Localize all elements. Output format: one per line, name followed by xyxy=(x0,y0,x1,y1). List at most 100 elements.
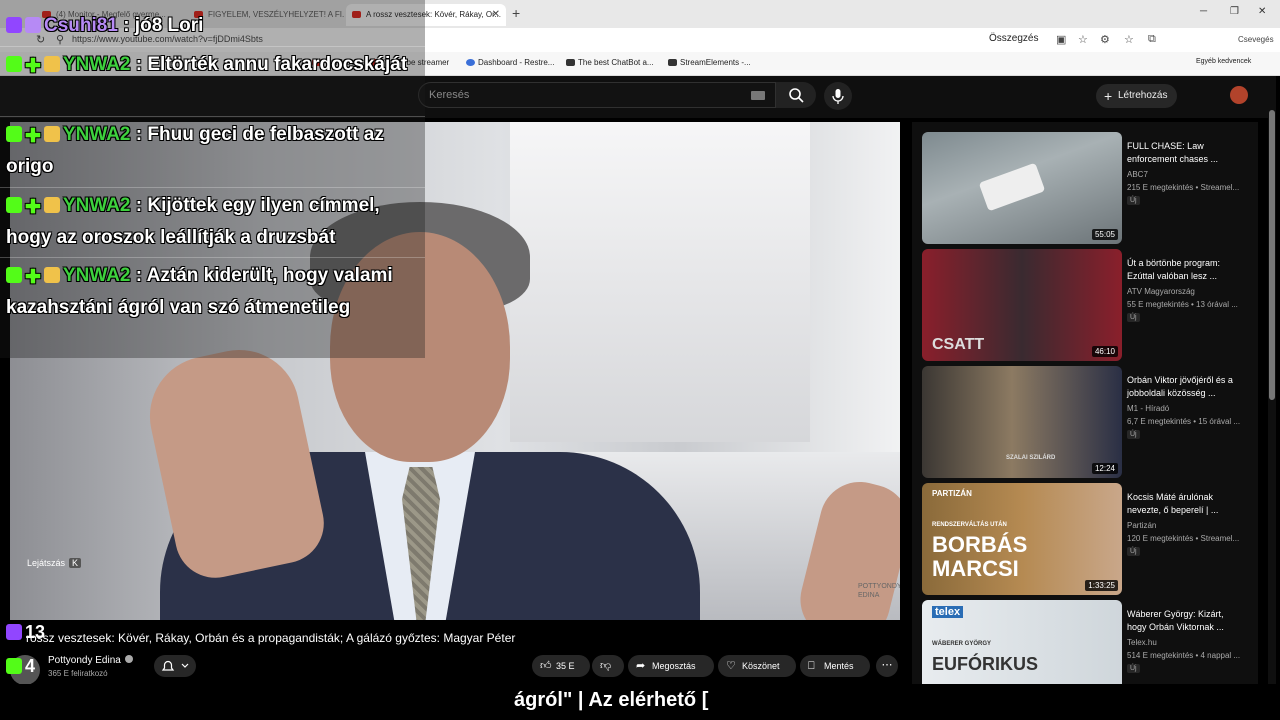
voice-search-button[interactable] xyxy=(824,82,852,110)
chat-username: YNWA2 xyxy=(62,54,131,75)
recommendation-title[interactable]: Kocsis Máté árulónak nevezte, ő beperelí… xyxy=(1127,491,1237,517)
ticker-text: ágról" | Az elérhető [ xyxy=(514,689,709,711)
recommendation-item[interactable]: 55:05 FULL CHASE: Law enforcement chases… xyxy=(922,132,1252,244)
recommendation-item[interactable]: SZALAI SZILÁRD 12:24 Orbán Viktor jövőjé… xyxy=(922,366,1252,478)
video-thumbnail[interactable]: CSATT 46:10 xyxy=(922,249,1122,361)
bookmark-chatbot[interactable]: The best ChatBot a... xyxy=(566,58,654,67)
chat-message: ✚ YNWA2 : Kijöttek egy ilyen címmel, hogy… xyxy=(6,190,426,254)
recommendation-meta: 215 E megtekintés • Streamel... xyxy=(1127,183,1240,192)
recommendation-channel[interactable]: ABC7 xyxy=(1127,170,1148,179)
search-button[interactable] xyxy=(776,82,816,108)
plus-badge-icon: ✚ xyxy=(25,197,41,218)
maximize-icon[interactable]: ❐ xyxy=(1230,6,1239,17)
thumbnail-text: SZALAI SZILÁRD xyxy=(1006,455,1056,461)
channel-name-text: Pottyondy Edina xyxy=(48,655,121,666)
create-button[interactable]: + Létrehozás xyxy=(1096,84,1178,108)
chat-username: YNWA2 xyxy=(62,124,131,145)
recommendation-title[interactable]: Orbán Viktor jövőjéről és a jobboldali k… xyxy=(1127,374,1237,400)
thanks-button[interactable]: ♡ Köszönet xyxy=(718,655,796,677)
thanks-icon: ♡ xyxy=(726,660,736,672)
kick-icon xyxy=(6,56,22,72)
recommendation-title[interactable]: FULL CHASE: Law enforcement chases ... xyxy=(1127,140,1237,166)
crown-badge-icon xyxy=(43,197,60,213)
extensions-icon[interactable]: ⚙ xyxy=(1100,33,1110,46)
new-badge: Új xyxy=(1127,313,1140,322)
bookmark-streamelements[interactable]: StreamElements -... xyxy=(668,58,751,67)
notification-bell-button[interactable] xyxy=(154,655,196,677)
chat-username: YNWA2 xyxy=(62,195,131,216)
recommendation-title[interactable]: Út a börtönbe program: Ezúttal valóban l… xyxy=(1127,257,1237,283)
more-options-icon[interactable]: ⋯ xyxy=(876,655,898,677)
bookmark-label: StreamElements -... xyxy=(680,58,751,67)
close-tab-icon[interactable]: ✕ xyxy=(492,4,500,26)
recommendation-channel[interactable]: Telex.hu xyxy=(1127,638,1157,647)
recommendation-meta: 514 E megtekintés • 4 nappal ... xyxy=(1127,651,1241,660)
search-input[interactable]: Keresés xyxy=(418,82,776,108)
kick-icon xyxy=(6,267,22,283)
save-button[interactable]: ⎕ Mentés xyxy=(800,655,870,677)
studio-background xyxy=(510,122,810,442)
github-icon xyxy=(566,59,575,66)
chat-text: : Eltörték annu fakardocskáját xyxy=(135,54,408,75)
thumbs-down-icon: 👎︎ xyxy=(600,660,612,672)
new-tab-button[interactable]: + xyxy=(512,5,520,21)
new-badge: Új xyxy=(1127,547,1140,556)
share-button[interactable]: ➦ Megosztás xyxy=(628,655,714,677)
chat-divider xyxy=(0,46,425,47)
twitch-icon xyxy=(6,17,22,33)
twitch-viewer-count: 13 xyxy=(25,622,46,642)
recommendation-title[interactable]: Wáberer György: Kizárt, hogy Orbán Vikto… xyxy=(1127,608,1237,634)
video-thumbnail[interactable]: telex WÁBERER GYÖRGY EUFÓRIKUS xyxy=(922,600,1122,684)
thanks-label: Köszönet xyxy=(742,661,780,671)
summary-button[interactable]: Összegzés xyxy=(989,33,1038,44)
video-thumbnail[interactable]: 55:05 xyxy=(922,132,1122,244)
recommendation-meta: 6,7 E megtekintés • 15 órával ... xyxy=(1127,417,1241,426)
like-count: 35 E xyxy=(556,661,575,671)
duration-badge: 55:05 xyxy=(1091,229,1118,240)
star-badge-icon xyxy=(25,17,41,33)
bookmark-restream[interactable]: Dashboard - Restre... xyxy=(466,58,554,67)
star-icon[interactable]: ☆ xyxy=(1078,33,1088,46)
dislike-button[interactable]: 👎︎ xyxy=(592,655,624,677)
new-badge: Új xyxy=(1127,664,1140,673)
bookmark-label: The best ChatBot a... xyxy=(578,58,654,67)
chat-message: ✚ YNWA2 : Eltörték annu fakardocskáját xyxy=(6,49,426,81)
chat-text: : jó8 Lori xyxy=(123,15,204,36)
recommendation-item[interactable]: CSATT 46:10 Út a börtönbe program: Ezútt… xyxy=(922,249,1252,361)
streamelements-icon xyxy=(668,59,677,66)
collections-icon[interactable]: ⧉ xyxy=(1148,33,1156,46)
video-thumbnail[interactable]: PARTIZÁN RENDSZERVÁLTÁS UTÁN BORBÁS MARC… xyxy=(922,483,1122,595)
recommendation-meta: 120 E megtekintés • Streamel... xyxy=(1127,534,1240,543)
favorites-icon[interactable]: ☆ xyxy=(1124,33,1134,46)
thumbs-up-icon: 👍︎ xyxy=(540,660,552,672)
close-window-icon[interactable]: ✕ xyxy=(1258,6,1266,17)
chat-button[interactable]: Csevegés xyxy=(1238,35,1274,44)
recommendation-channel[interactable]: Partizán xyxy=(1127,521,1156,530)
thumbnail-text: BORBÁS MARCSI xyxy=(932,532,1028,581)
share-label: Megosztás xyxy=(652,661,696,671)
save-label: Mentés xyxy=(824,661,854,671)
recommendation-meta: 55 E megtekintés • 13 órával ... xyxy=(1127,300,1238,309)
chat-username: YNWA2 xyxy=(62,265,131,286)
plus-badge-icon: ✚ xyxy=(25,56,41,77)
account-avatar[interactable] xyxy=(1230,86,1248,104)
minimize-icon[interactable]: ─ xyxy=(1200,6,1207,17)
other-favorites[interactable]: Egyéb kedvencek xyxy=(1196,58,1251,65)
thumbnail-label: telex xyxy=(932,606,964,618)
split-screen-icon[interactable]: ▣ xyxy=(1056,33,1066,46)
scrollbar-thumb[interactable] xyxy=(1269,110,1275,400)
channel-name[interactable]: Pottyondy Edina xyxy=(48,655,133,666)
video-thumbnail[interactable]: SZALAI SZILÁRD 12:24 xyxy=(922,366,1122,478)
crown-badge-icon xyxy=(43,267,60,283)
recommendation-item[interactable]: telex WÁBERER GYÖRGY EUFÓRIKUS Wáberer G… xyxy=(922,600,1252,684)
recommendation-channel[interactable]: ATV Magyarország xyxy=(1127,287,1195,296)
plus-badge-icon: ✚ xyxy=(25,126,41,147)
recommendation-channel[interactable]: M1 - Híradó xyxy=(1127,404,1169,413)
like-button[interactable]: 👍︎ 35 E xyxy=(532,655,590,677)
recommendation-item[interactable]: PARTIZÁN RENDSZERVÁLTÁS UTÁN BORBÁS MARC… xyxy=(922,483,1252,595)
keyboard-icon[interactable] xyxy=(751,91,765,100)
search-placeholder: Keresés xyxy=(429,89,470,101)
chat-message: Csuhi81 : jó8 Lori xyxy=(6,10,426,42)
thumbnail-subtitle: RENDSZERVÁLTÁS UTÁN xyxy=(932,522,1007,528)
kick-icon xyxy=(6,658,22,674)
